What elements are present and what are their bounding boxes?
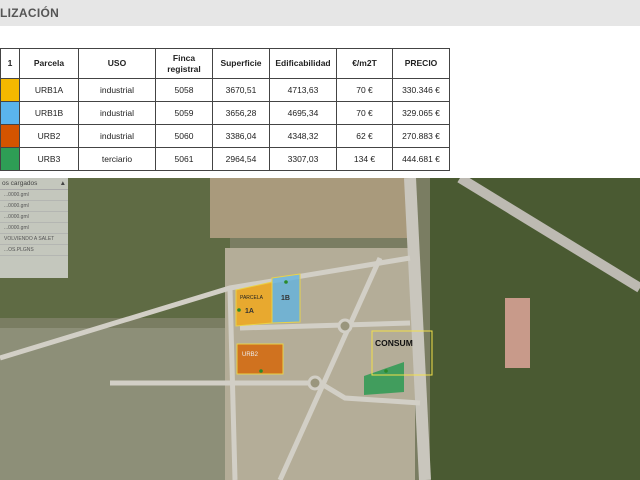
color-swatch <box>0 147 20 171</box>
color-swatch <box>0 124 20 148</box>
parcel-label-urb2: URB2 <box>242 352 259 358</box>
table-row: URB1A industrial 5058 3670,51 4713,63 70 €330… <box>0 78 450 102</box>
table-row: URB3 terciario 5061 2964,54 3307,03 134 €444.… <box>0 147 450 171</box>
roundabout-south <box>307 375 323 391</box>
cell-finca: 5059 <box>155 101 213 125</box>
col-header-edificabilidad: Edificabilidad <box>269 48 337 79</box>
col-header-precio: PRECIO <box>392 48 450 79</box>
layer-item[interactable]: ...0000.gml <box>0 223 68 234</box>
cell-precio: 329.065 € <box>392 101 450 125</box>
cell-precio: 330.346 € <box>392 78 450 102</box>
marker-urb1b <box>284 280 288 284</box>
cell-superficie: 2964,54 <box>212 147 270 171</box>
cell-finca: 5061 <box>155 147 213 171</box>
layer-item[interactable]: ...0000.gml <box>0 190 68 201</box>
layers-panel-header: os cargados ▲ <box>0 178 68 190</box>
parcels-table: 1 Parcela USO Finca registral Superficie… <box>0 48 450 171</box>
cell-parcela: URB1B <box>19 101 79 125</box>
cell-eur-m2t: 134 € <box>336 147 393 171</box>
cell-edificabilidad: 4348,32 <box>269 124 337 148</box>
cell-superficie: 3670,51 <box>212 78 270 102</box>
col-header-color: 1 <box>0 48 20 79</box>
parcel-urb1a[interactable] <box>235 281 273 327</box>
cell-edificabilidad: 4713,63 <box>269 78 337 102</box>
parcel-label-parcela: PARCELA <box>240 295 264 301</box>
cell-uso: industrial <box>78 78 156 102</box>
col-header-superficie: Superficie <box>212 48 270 79</box>
color-swatch <box>0 101 20 125</box>
cell-finca: 5060 <box>155 124 213 148</box>
table-row: URB2 industrial 5060 3386,04 4348,32 62 €270.… <box>0 124 450 148</box>
cell-uso: terciario <box>78 147 156 171</box>
aerial-map[interactable]: PARCELA 1A 1B URB2 CONSUM <box>0 178 640 480</box>
col-header-parcela: Parcela <box>19 48 79 79</box>
cell-uso: industrial <box>78 101 156 125</box>
roundabout-north <box>337 318 353 334</box>
cell-uso: industrial <box>78 124 156 148</box>
section-title: LIZACIÓN <box>0 6 60 20</box>
cell-eur-m2t: 70 € <box>336 78 393 102</box>
cell-precio: 444.681 € <box>392 147 450 171</box>
cell-parcela: URB1A <box>19 78 79 102</box>
residential-area <box>0 328 230 480</box>
parcel-urb2[interactable] <box>236 343 284 375</box>
col-header-uso: USO <box>78 48 156 79</box>
collapse-icon[interactable]: ▲ <box>60 180 66 187</box>
fields-area <box>210 178 410 238</box>
table-row: URB1B industrial 5059 3656,28 4695,34 70 €329… <box>0 101 450 125</box>
layer-item[interactable]: ...0000.gml <box>0 212 68 223</box>
section-title-bar: LIZACIÓN <box>0 0 640 26</box>
parcel-label-urb1a: 1A <box>245 308 254 315</box>
color-swatch <box>0 78 20 102</box>
col-header-eur-m2t: €/m2T <box>336 48 393 79</box>
cell-eur-m2t: 62 € <box>336 124 393 148</box>
layer-item[interactable]: ...OS.PLGNS <box>0 245 68 256</box>
marker-urb3 <box>384 369 388 373</box>
cell-parcela: URB2 <box>19 124 79 148</box>
cell-eur-m2t: 70 € <box>336 101 393 125</box>
marker-urb2 <box>259 369 263 373</box>
cell-finca: 5058 <box>155 78 213 102</box>
col-header-finca: Finca registral <box>155 48 213 79</box>
parcel-label-urb1b: 1B <box>281 295 290 302</box>
layer-item[interactable]: ...0000.gml <box>0 201 68 212</box>
cell-edificabilidad: 4695,34 <box>269 101 337 125</box>
cell-superficie: 3386,04 <box>212 124 270 148</box>
consum-label: CONSUM <box>375 338 413 348</box>
cell-precio: 270.883 € <box>392 124 450 148</box>
layer-item[interactable]: VOLVIENDO A SALET <box>0 234 68 245</box>
layers-panel: os cargados ▲ ...0000.gml ...0000.gml ...0… <box>0 178 68 278</box>
cell-parcela: URB3 <box>19 147 79 171</box>
table-header-row: 1 Parcela USO Finca registral Superficie… <box>0 48 450 79</box>
cell-superficie: 3656,28 <box>212 101 270 125</box>
cell-edificabilidad: 3307,03 <box>269 147 337 171</box>
layers-panel-title: os cargados <box>2 180 38 187</box>
map-canvas: PARCELA 1A 1B URB2 CONSUM <box>0 178 640 480</box>
marker-urb1a <box>237 308 241 312</box>
building-east <box>505 298 530 368</box>
